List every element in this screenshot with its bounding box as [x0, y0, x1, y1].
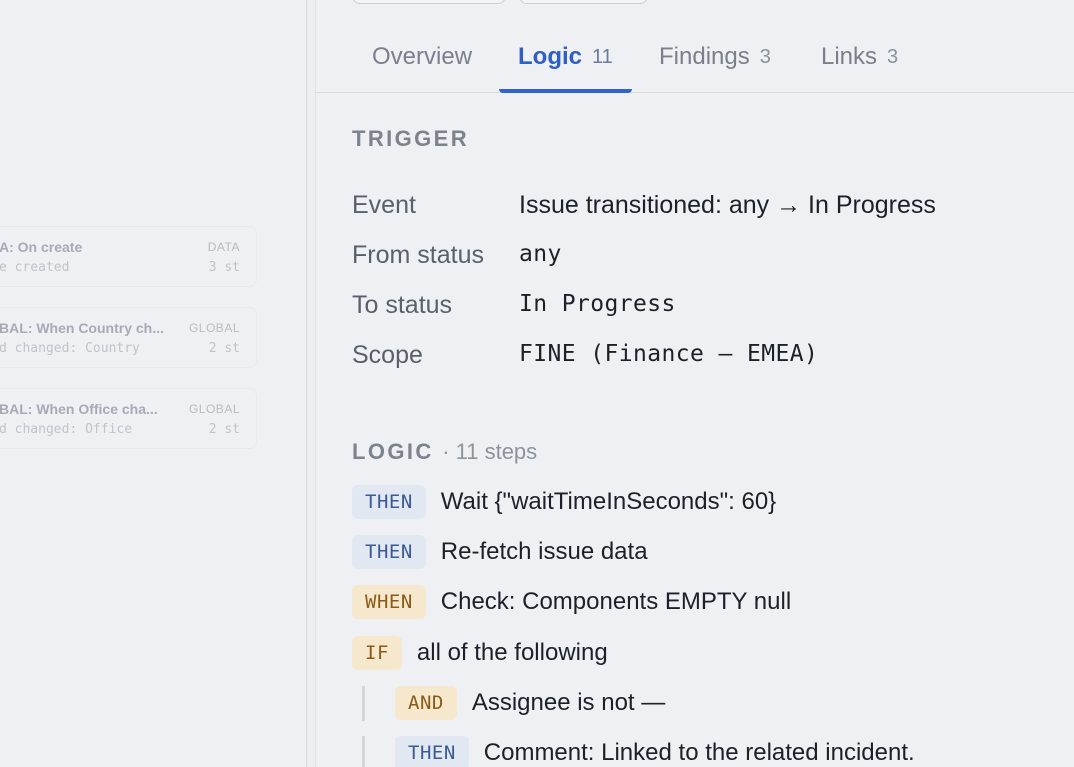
header-action-button[interactable]: [352, 0, 506, 4]
step-text: all of the following: [416, 639, 608, 666]
header-action-button[interactable]: [519, 0, 648, 4]
trigger-from-status-label: From status: [352, 241, 484, 269]
rule-card-badge: DATA: [207, 240, 240, 254]
tab-overview[interactable]: Overview: [353, 22, 491, 92]
trigger-section-title: TRIGGER: [352, 126, 470, 151]
step-tag: WHEN: [352, 585, 426, 619]
logic-section-title: LOGIC · 11 steps: [352, 439, 537, 465]
trigger-from-status-value: any: [519, 241, 562, 267]
logic-step-nested[interactable]: THEN Comment: Linked to the related inci…: [395, 734, 915, 767]
step-text: Comment: Linked to the related incident.: [483, 739, 915, 766]
step-tag: THEN: [352, 485, 426, 519]
step-tag: IF: [352, 636, 402, 670]
rule-card[interactable]: A: On create DATA e created 3 st: [0, 226, 257, 287]
main-divider: [315, 0, 316, 767]
trigger-to-status-value: In Progress: [519, 291, 676, 317]
rule-card-subtitle: d changed: Office: [0, 422, 133, 437]
rule-list-panel: A: On create DATA e created 3 st BAL: Wh…: [0, 0, 307, 767]
rule-card-steps: 2 st: [208, 341, 240, 356]
step-text: Re-fetch issue data: [440, 538, 648, 565]
tab-label: Overview: [372, 43, 473, 70]
trigger-event-value: Issue transitioned: any → In Progress: [519, 191, 936, 219]
rule-card[interactable]: BAL: When Office cha... GLOBAL d changed…: [0, 388, 257, 449]
tab-label: Findings: [659, 43, 750, 70]
trigger-event-label: Event: [352, 191, 416, 219]
step-text: Wait {"waitTimeInSeconds": 60}: [440, 488, 777, 515]
tab-count: 3: [759, 45, 771, 68]
tab-findings[interactable]: Findings 3: [640, 22, 790, 92]
rule-card-title: BAL: When Office cha...: [0, 401, 158, 417]
detail-tabs: Overview Logic 11 Findings 3 Links 3: [316, 22, 1074, 93]
tab-count: 11: [592, 45, 613, 68]
tab-label: Links: [821, 43, 878, 70]
logic-step[interactable]: IF all of the following: [352, 634, 608, 672]
logic-step[interactable]: WHEN Check: Components EMPTY null: [352, 583, 791, 621]
step-text: Assignee is not —: [471, 689, 666, 716]
trigger-scope-label: Scope: [352, 341, 423, 369]
rule-card-subtitle: e created: [0, 260, 70, 275]
tab-logic[interactable]: Logic 11: [499, 22, 632, 93]
tab-label: Logic: [518, 43, 582, 70]
rule-card-subtitle: d changed: Country: [0, 341, 140, 356]
logic-step-nested[interactable]: AND Assignee is not —: [395, 684, 665, 722]
step-tag: THEN: [352, 535, 426, 569]
step-tag: AND: [395, 686, 457, 720]
rule-card-badge: GLOBAL: [188, 402, 240, 416]
rule-card-title: A: On create: [0, 239, 83, 255]
logic-step-count: · 11 steps: [442, 439, 538, 464]
logic-step[interactable]: THEN Re-fetch issue data: [352, 533, 648, 571]
nest-indent-bar: [362, 736, 365, 767]
rule-card-badge: GLOBAL: [188, 321, 240, 335]
trigger-scope-value: FINE (Finance – EMEA): [519, 341, 819, 367]
logic-title: LOGIC: [352, 439, 434, 464]
tab-count: 3: [887, 45, 899, 68]
logic-step[interactable]: THEN Wait {"waitTimeInSeconds": 60}: [352, 483, 776, 521]
step-tag: THEN: [395, 736, 469, 767]
rule-card-steps: 3 st: [208, 260, 240, 275]
rule-card[interactable]: BAL: When Country ch... GLOBAL d changed…: [0, 307, 257, 368]
step-text: Check: Components EMPTY null: [440, 588, 792, 615]
trigger-to-status-label: To status: [352, 291, 453, 319]
tab-links[interactable]: Links 3: [802, 22, 917, 92]
nest-indent-bar: [362, 686, 365, 721]
rule-card-title: BAL: When Country ch...: [0, 320, 164, 336]
rule-card-steps: 2 st: [208, 422, 240, 437]
